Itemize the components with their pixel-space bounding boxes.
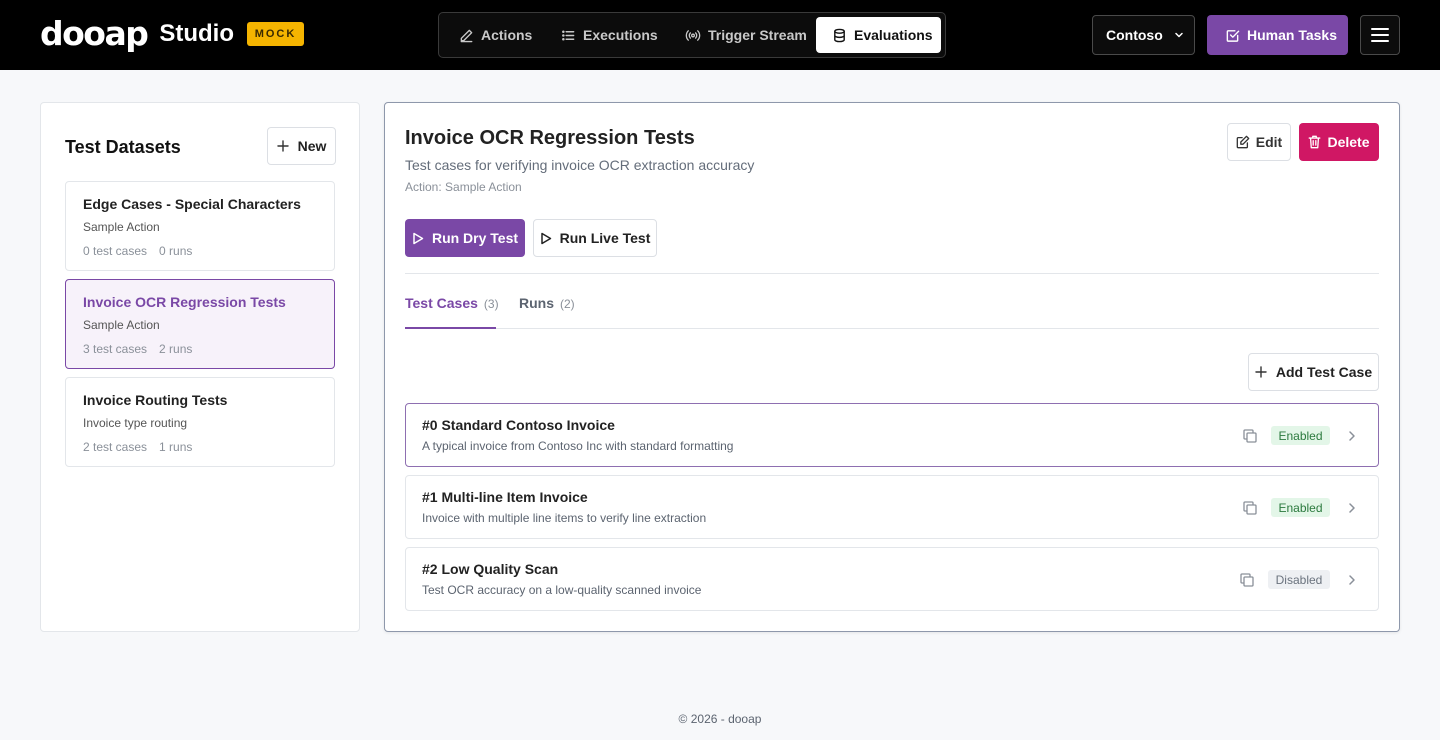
divider bbox=[405, 273, 1379, 274]
new-dataset-label: New bbox=[297, 138, 327, 154]
footer: © 2026 - dooap bbox=[678, 712, 762, 726]
run-dry-test-button[interactable]: Run Dry Test bbox=[405, 219, 525, 257]
nav-tab-actions-label: Actions bbox=[481, 27, 533, 43]
top-bar: dooap Studio MOCK Actions Executions Tri… bbox=[0, 0, 1440, 70]
delete-button[interactable]: Delete bbox=[1299, 123, 1379, 161]
dataset-card[interactable]: Edge Cases - Special Characters Sample A… bbox=[65, 181, 335, 271]
test-case-title: #1 Multi-line Item Invoice bbox=[422, 489, 588, 505]
test-case-row[interactable]: #2 Low Quality Scan Test OCR accuracy on… bbox=[405, 547, 1379, 611]
dataset-action: Invoice type routing bbox=[83, 416, 188, 430]
test-case-description: Test OCR accuracy on a low-quality scann… bbox=[422, 583, 702, 597]
test-case-row[interactable]: #1 Multi-line Item Invoice Invoice with … bbox=[405, 475, 1379, 539]
hamburger-menu-button[interactable] bbox=[1360, 15, 1400, 55]
datasets-panel: Test Datasets New Edge Cases - Special C… bbox=[40, 102, 360, 632]
dataset-meta: 2 test cases 1 runs bbox=[83, 440, 192, 454]
org-selector-label: Contoso bbox=[1106, 27, 1163, 43]
dataset-name: Invoice OCR Regression Tests bbox=[83, 294, 286, 310]
dataset-meta: 0 test cases 0 runs bbox=[83, 244, 192, 258]
dataset-case-count: 2 test cases bbox=[83, 440, 148, 454]
mock-badge: MOCK bbox=[247, 22, 305, 46]
nav-tab-evaluations[interactable]: Evaluations bbox=[816, 17, 941, 53]
test-case-row[interactable]: #0 Standard Contoso Invoice A typical in… bbox=[405, 403, 1379, 467]
brand-studio-label: Studio bbox=[159, 20, 235, 47]
dataset-detail-description: Test cases for verifying invoice OCR ext… bbox=[405, 157, 755, 173]
dataset-meta: 3 test cases 2 runs bbox=[83, 342, 192, 356]
dataset-card[interactable]: Invoice Routing Tests Invoice type routi… bbox=[65, 377, 335, 467]
chevron-right-icon bbox=[1349, 431, 1355, 441]
dataset-detail-title: Invoice OCR Regression Tests bbox=[405, 127, 695, 149]
dataset-run-count: 0 runs bbox=[159, 244, 193, 258]
copy-icon[interactable] bbox=[1239, 572, 1255, 588]
test-case-description: Invoice with multiple line items to veri… bbox=[422, 511, 707, 525]
broadcast-icon bbox=[685, 29, 701, 41]
main-nav: Actions Executions Trigger Stream Evalua… bbox=[438, 12, 946, 58]
edit-button[interactable]: Edit bbox=[1227, 123, 1291, 161]
new-dataset-button[interactable]: New bbox=[267, 127, 336, 165]
dataset-name: Edge Cases - Special Characters bbox=[83, 196, 301, 212]
run-dry-test-label: Run Dry Test bbox=[431, 230, 519, 246]
dataset-detail-panel: Invoice OCR Regression Tests Test cases … bbox=[384, 102, 1400, 632]
add-test-case-label: Add Test Case bbox=[1275, 364, 1373, 380]
nav-tab-executions[interactable]: Executions bbox=[557, 17, 667, 53]
test-case-title: #2 Low Quality Scan bbox=[422, 561, 559, 577]
checkbox-icon bbox=[1226, 29, 1240, 42]
datasets-title: Test Datasets bbox=[65, 137, 181, 157]
play-icon bbox=[540, 232, 551, 244]
chevron-right-icon bbox=[1349, 575, 1355, 585]
nav-tab-actions[interactable]: Actions bbox=[455, 17, 543, 53]
test-case-title: #0 Standard Contoso Invoice bbox=[422, 417, 615, 433]
tab-runs[interactable]: Runs (2) bbox=[519, 295, 579, 329]
tab-runs-count: (2) bbox=[560, 297, 575, 311]
run-live-test-label: Run Live Test bbox=[559, 230, 651, 246]
tab-runs-label: Runs bbox=[519, 295, 554, 311]
pencil-icon bbox=[460, 29, 473, 42]
play-icon bbox=[413, 232, 424, 244]
tab-test-cases[interactable]: Test Cases (3) bbox=[405, 295, 499, 329]
chevron-right-icon bbox=[1349, 503, 1355, 513]
copy-icon[interactable] bbox=[1242, 500, 1258, 516]
nav-tab-executions-label: Executions bbox=[583, 27, 658, 43]
status-badge: Disabled bbox=[1268, 570, 1330, 589]
dataset-detail-action: Action: Sample Action bbox=[405, 180, 522, 194]
list-icon bbox=[562, 29, 575, 41]
nav-tab-trigger-stream[interactable]: Trigger Stream bbox=[681, 17, 811, 53]
nav-tab-trigger-stream-label: Trigger Stream bbox=[708, 27, 807, 43]
menu-icon bbox=[1371, 28, 1389, 42]
chevron-down-icon bbox=[1175, 32, 1183, 38]
plus-icon bbox=[1255, 366, 1267, 378]
status-badge: Enabled bbox=[1271, 426, 1330, 445]
nav-tab-evaluations-label: Evaluations bbox=[854, 27, 933, 43]
org-selector[interactable]: Contoso bbox=[1092, 15, 1195, 55]
tab-test-cases-count: (3) bbox=[483, 297, 499, 311]
dataset-action: Sample Action bbox=[83, 220, 160, 234]
test-case-description: A typical invoice from Contoso Inc with … bbox=[422, 439, 734, 453]
dataset-case-count: 0 test cases bbox=[83, 244, 148, 258]
detail-tabs: Test Cases (3) Runs (2) bbox=[405, 295, 1379, 329]
dataset-run-count: 2 runs bbox=[159, 342, 193, 356]
trash-icon bbox=[1309, 135, 1321, 149]
brand-logo: dooap bbox=[40, 14, 149, 53]
dataset-run-count: 1 runs bbox=[159, 440, 193, 454]
edit-label: Edit bbox=[1255, 134, 1283, 150]
dataset-action: Sample Action bbox=[83, 318, 160, 332]
edit-icon bbox=[1236, 135, 1250, 149]
dataset-case-count: 3 test cases bbox=[83, 342, 148, 356]
tab-test-cases-label: Test Cases bbox=[405, 295, 478, 311]
dataset-name: Invoice Routing Tests bbox=[83, 392, 228, 408]
delete-label: Delete bbox=[1327, 134, 1370, 150]
plus-icon bbox=[276, 140, 289, 152]
brand[interactable]: dooap Studio MOCK bbox=[40, 14, 305, 54]
database-icon bbox=[834, 28, 845, 42]
human-tasks-button[interactable]: Human Tasks bbox=[1207, 15, 1348, 55]
copy-icon[interactable] bbox=[1242, 428, 1258, 444]
add-test-case-button[interactable]: Add Test Case bbox=[1248, 353, 1379, 391]
human-tasks-label: Human Tasks bbox=[1247, 27, 1337, 43]
dataset-card-selected[interactable]: Invoice OCR Regression Tests Sample Acti… bbox=[65, 279, 335, 369]
status-badge: Enabled bbox=[1271, 498, 1330, 517]
run-live-test-button[interactable]: Run Live Test bbox=[533, 219, 657, 257]
